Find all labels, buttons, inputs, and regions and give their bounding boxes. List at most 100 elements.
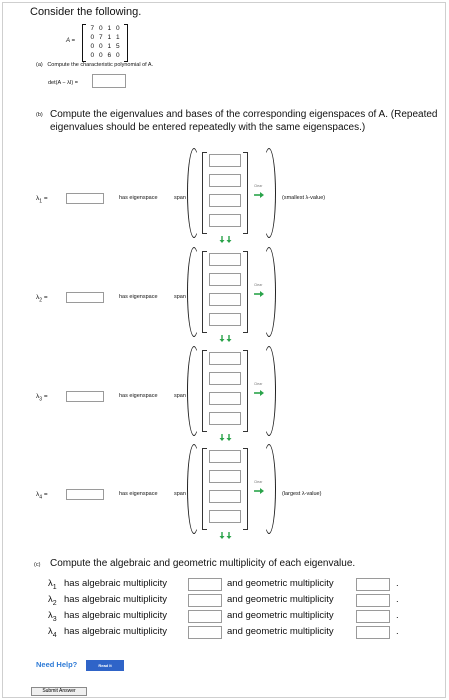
basis-vector-entry-2[interactable]: [209, 174, 241, 187]
matrix-right-bracket: [124, 24, 128, 62]
basis-vector-entry-1[interactable]: [209, 352, 241, 365]
eigenvalue-input-2[interactable]: [66, 292, 104, 303]
span-label: span: [174, 294, 186, 300]
sentence-period: .: [396, 578, 399, 589]
basis-vector-entry-1[interactable]: [209, 154, 241, 167]
matrix-cell: 0: [98, 52, 103, 59]
matrix-cell: 0: [90, 52, 95, 59]
part-b-letter: (b): [36, 112, 43, 118]
span-right-paren: [262, 247, 276, 337]
matrix-left-bracket: [82, 24, 86, 62]
basis-vector-entry-3[interactable]: [209, 293, 241, 306]
eigenvalue-order-note: (largest λ-value): [282, 491, 322, 497]
multiplicity-lambda-4: λ4: [48, 626, 57, 639]
basis-vector-entry-1[interactable]: [209, 253, 241, 266]
vector-right-bracket: [243, 251, 248, 333]
geometric-multiplicity-input-1[interactable]: [356, 578, 390, 591]
algebraic-multiplicity-label: has algebraic multiplicity: [64, 578, 167, 589]
algebraic-multiplicity-label: has algebraic multiplicity: [64, 626, 167, 637]
eigenvalue-label-4: λ4 =: [36, 491, 48, 501]
matrix-label: A =: [66, 38, 75, 44]
basis-vector-entry-4[interactable]: [209, 214, 241, 227]
eigenvalue-label-1: λ1 =: [36, 195, 48, 205]
multiplicity-lambda-3: λ3: [48, 610, 57, 623]
submit-answer-button[interactable]: Submit Answer: [31, 687, 87, 696]
part-a-text: Compute the characteristic polynomial of…: [47, 62, 154, 68]
has-eigenspace-label: has eigenspace: [119, 294, 158, 300]
characteristic-polynomial-input[interactable]: [92, 74, 126, 88]
vector-left-bracket: [202, 251, 207, 333]
vector-left-bracket: [202, 448, 207, 530]
matrix-cell: 1: [107, 34, 112, 41]
span-right-paren: [262, 148, 276, 238]
expand-rows-arrows-icon[interactable]: [219, 532, 233, 539]
has-eigenspace-label: has eigenspace: [119, 195, 158, 201]
eigenvalue-label-2: λ2 =: [36, 294, 48, 304]
algebraic-multiplicity-input-3[interactable]: [188, 610, 222, 623]
span-label: span: [174, 491, 186, 497]
matrix-cell: 1: [107, 43, 112, 50]
geometric-multiplicity-label: and geometric multiplicity: [227, 610, 334, 621]
matrix-cell: 1: [115, 34, 120, 41]
matrix-cell: 0: [90, 43, 95, 50]
basis-vector-entry-2[interactable]: [209, 273, 241, 286]
basis-vector-entry-4[interactable]: [209, 510, 241, 523]
part-a-prompt: (a) Compute the characteristic polynomia…: [36, 62, 153, 68]
algebraic-multiplicity-input-1[interactable]: [188, 578, 222, 591]
sentence-period: .: [396, 594, 399, 605]
geometric-multiplicity-input-4[interactable]: [356, 626, 390, 639]
span-left-paren: [187, 346, 201, 436]
span-left-paren: [187, 247, 201, 337]
basis-vector-entry-4[interactable]: [209, 313, 241, 326]
multiplicity-lambda-2: λ2: [48, 594, 57, 607]
matrix-cell: 0: [115, 52, 120, 59]
read-it-button[interactable]: Read It: [86, 660, 124, 671]
algebraic-multiplicity-input-4[interactable]: [188, 626, 222, 639]
expand-rows-arrows-icon[interactable]: [219, 335, 233, 342]
matrix-cell: 1: [107, 25, 112, 32]
basis-vector-entry-1[interactable]: [209, 450, 241, 463]
matrix-cell: 0: [115, 25, 120, 32]
span-label: span: [174, 393, 186, 399]
geometric-multiplicity-input-3[interactable]: [356, 610, 390, 623]
algebraic-multiplicity-input-2[interactable]: [188, 594, 222, 607]
expand-rows-arrows-icon[interactable]: [219, 434, 233, 441]
sentence-period: .: [396, 610, 399, 621]
geometric-multiplicity-label: and geometric multiplicity: [227, 594, 334, 605]
basis-vector-entry-3[interactable]: [209, 392, 241, 405]
vector-right-bracket: [243, 448, 248, 530]
algebraic-multiplicity-label: has algebraic multiplicity: [64, 594, 167, 605]
span-right-paren: [262, 444, 276, 534]
basis-vector-entry-4[interactable]: [209, 412, 241, 425]
matrix-cell: 7: [98, 34, 103, 41]
span-left-paren: [187, 148, 201, 238]
multiplicity-lambda-1: λ1: [48, 578, 57, 591]
eigenvalue-input-3[interactable]: [66, 391, 104, 402]
eigenvalue-order-note: (smallest λ-value): [282, 195, 326, 201]
sentence-period: .: [396, 626, 399, 637]
part-a-letter: (a): [36, 62, 43, 68]
vector-left-bracket: [202, 152, 207, 234]
basis-vector-entry-3[interactable]: [209, 194, 241, 207]
basis-vector-entry-2[interactable]: [209, 372, 241, 385]
span-label: span: [174, 195, 186, 201]
eigenvalue-input-1[interactable]: [66, 193, 104, 204]
basis-vector-entry-2[interactable]: [209, 470, 241, 483]
part-c-letter: (c): [34, 562, 41, 568]
basis-vector-entry-3[interactable]: [209, 490, 241, 503]
algebraic-multiplicity-label: has algebraic multiplicity: [64, 610, 167, 621]
matrix-cell: 0: [90, 34, 95, 41]
eigenvalue-input-4[interactable]: [66, 489, 104, 500]
eigenvalue-label-3: λ3 =: [36, 393, 48, 403]
question-intro: Consider the following.: [30, 6, 142, 18]
matrix-cell: 5: [115, 43, 120, 50]
expand-rows-arrows-icon[interactable]: [219, 236, 233, 243]
matrix-cell: 0: [98, 25, 103, 32]
has-eigenspace-label: has eigenspace: [119, 491, 158, 497]
matrix-cell: 0: [98, 43, 103, 50]
geometric-multiplicity-input-2[interactable]: [356, 594, 390, 607]
part-c-prompt: Compute the algebraic and geometric mult…: [50, 558, 356, 569]
geometric-multiplicity-label: and geometric multiplicity: [227, 578, 334, 589]
det-label: det(A − λI) =: [48, 80, 78, 86]
part-b-prompt: Compute the eigenvalues and bases of the…: [50, 109, 438, 133]
